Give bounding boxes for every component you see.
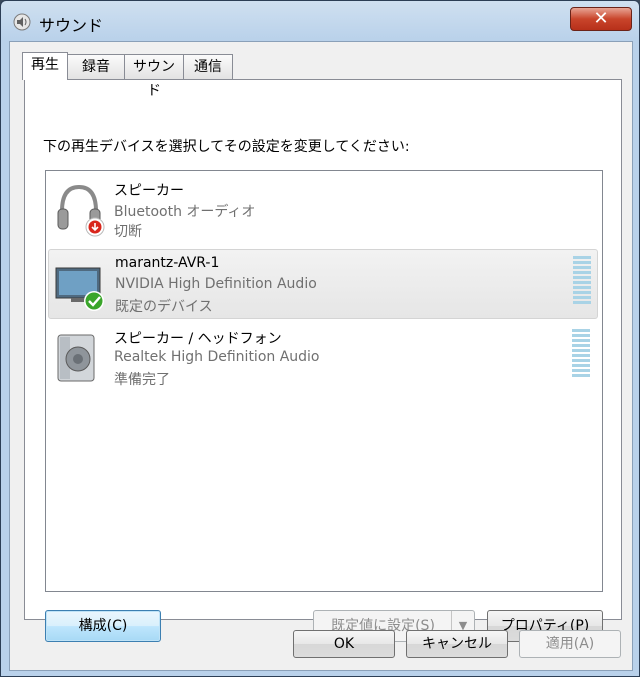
volume-level-meter bbox=[572, 329, 590, 377]
speaker-icon bbox=[57, 334, 95, 382]
tab-recording[interactable]: 録音 bbox=[67, 54, 125, 79]
device-status: 準備完了 bbox=[114, 372, 170, 388]
instruction-text: 下の再生デバイスを選択してその設定を変更してください: bbox=[43, 139, 410, 155]
tab-panel-playback: 下の再生デバイスを選択してその設定を変更してください: スピーカー Blueto… bbox=[24, 79, 622, 642]
tab-playback[interactable]: 再生 bbox=[22, 52, 68, 80]
tab-sounds[interactable]: サウンド bbox=[124, 54, 184, 99]
close-button[interactable]: ✕ bbox=[570, 7, 632, 31]
device-driver: Realtek High Definition Audio bbox=[114, 349, 320, 365]
device-status: 切断 bbox=[114, 224, 142, 240]
sound-dialog: サウンド ✕ 下の再生デバイスを選択してその設定を変更してください: スピーカー bbox=[0, 0, 640, 677]
list-item-device-selected[interactable]: marantz-AVR-1 NVIDIA High Definition Aud… bbox=[48, 249, 598, 319]
apply-button[interactable]: 適用(A) bbox=[519, 630, 621, 658]
list-item-device[interactable]: スピーカー Bluetooth オーディオ 切断 bbox=[48, 175, 598, 245]
dialog-client: 下の再生デバイスを選択してその設定を変更してください: スピーカー Blueto… bbox=[9, 41, 633, 671]
device-name: スピーカー / ヘッドフォン bbox=[114, 331, 282, 347]
tab-communications[interactable]: 通信 bbox=[183, 54, 233, 79]
speaker-app-icon bbox=[13, 13, 31, 31]
device-name: marantz-AVR-1 bbox=[115, 255, 220, 271]
volume-level-meter bbox=[573, 256, 591, 304]
title-bar[interactable]: サウンド ✕ bbox=[1, 1, 639, 41]
headphones-icon bbox=[57, 184, 105, 237]
ok-button[interactable]: OK bbox=[293, 630, 395, 658]
window-title: サウンド bbox=[39, 16, 104, 35]
monitor-icon bbox=[55, 267, 104, 311]
playback-device-list[interactable]: スピーカー Bluetooth オーディオ 切断 marantz-AVR-1 N… bbox=[45, 170, 603, 592]
configure-button[interactable]: 構成(C) bbox=[45, 610, 161, 642]
list-item-device[interactable]: スピーカー / ヘッドフォン Realtek High Definition A… bbox=[48, 323, 598, 393]
cancel-button[interactable]: キャンセル bbox=[406, 630, 508, 658]
device-name: スピーカー bbox=[114, 183, 184, 199]
device-status: 既定のデバイス bbox=[115, 299, 213, 315]
device-driver: Bluetooth オーディオ bbox=[114, 204, 256, 220]
device-driver: NVIDIA High Definition Audio bbox=[115, 276, 317, 292]
